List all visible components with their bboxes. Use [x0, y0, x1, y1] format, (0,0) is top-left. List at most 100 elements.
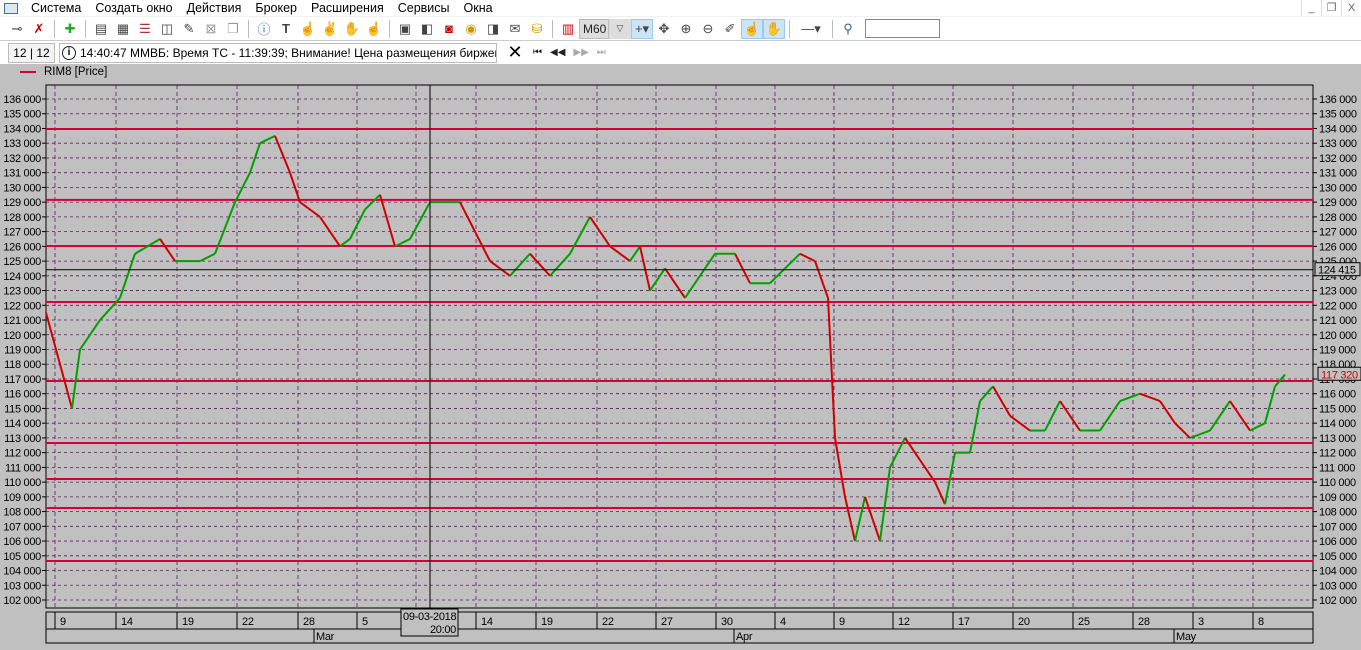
hand-1-icon[interactable]: ☝: [297, 19, 319, 39]
chart-window-icon[interactable]: ▤: [90, 19, 112, 39]
y-tick-label-left: 112 000: [4, 448, 41, 460]
menu-system[interactable]: Система: [24, 0, 88, 16]
first-icon[interactable]: ⏮: [533, 47, 542, 58]
orders-icon[interactable]: ▣: [394, 19, 416, 39]
close-message-icon[interactable]: ✕: [505, 42, 525, 63]
timeframe-dropdown-icon[interactable]: ▽: [609, 18, 631, 39]
y-tick-label-right: 110 000: [1319, 477, 1356, 489]
y-tick-label-left: 133 000: [3, 138, 41, 150]
hand-2-icon[interactable]: ✌: [319, 19, 341, 39]
close-button[interactable]: X: [1341, 0, 1361, 16]
day-label: 27: [661, 616, 673, 628]
y-tick-label-left: 128 000: [3, 212, 41, 224]
y-tick-label-right: 134 000: [1319, 123, 1357, 135]
price-chart[interactable]: 136 000 136 000 135 000 135 000 134 000 134 0…: [0, 64, 1361, 650]
chart-counter[interactable]: 12 | 12: [8, 42, 55, 63]
ruler-icon[interactable]: ✐: [719, 19, 741, 39]
y-tick-label-right: 119 000: [1319, 345, 1356, 357]
hand-3-icon[interactable]: ✋: [341, 19, 363, 39]
y-tick-label-right: 106 000: [1319, 536, 1357, 548]
day-label: 4: [780, 616, 786, 628]
add-window-icon[interactable]: ✚: [59, 19, 81, 39]
y-tick-label-left: 130 000: [3, 182, 41, 194]
y-tick-label-right: 103 000: [1319, 580, 1357, 592]
y-tick-label-left: 126 000: [3, 241, 41, 253]
day-label: 25: [1078, 616, 1090, 628]
y-tick-label-right: 104 000: [1319, 566, 1357, 578]
timeframe-select[interactable]: M60: [579, 18, 609, 39]
menu-windows[interactable]: Окна: [457, 0, 500, 16]
remove-icon[interactable]: ⊠: [200, 19, 222, 39]
restore-button[interactable]: ❐: [1321, 0, 1341, 16]
connect-icon[interactable]: ⊸: [6, 19, 28, 39]
alert-icon[interactable]: ⓘ: [253, 19, 275, 39]
y-tick-label-right: 130 000: [1319, 182, 1357, 194]
zoom-out-icon[interactable]: ⊖: [697, 19, 719, 39]
y-tick-label-left: 123 000: [3, 286, 41, 298]
pointer-hand-icon[interactable]: ☝: [741, 18, 763, 39]
app-icon: [4, 2, 18, 14]
chart-window[interactable]: 136 000 136 000 135 000 135 000 134 000 134 0…: [0, 64, 1361, 650]
y-tick-label-left: 113 000: [4, 433, 41, 445]
legend-label: RIM8 [Price]: [44, 66, 108, 78]
y-tick-label-left: 115 000: [4, 403, 41, 415]
line-style-icon[interactable]: —▾: [794, 19, 828, 39]
menu-bar: Система Создать окно Действия Брокер Рас…: [0, 0, 1361, 16]
y-tick-label-left: 129 000: [3, 197, 41, 209]
y-tick-label-right: 127 000: [1319, 227, 1357, 239]
text-icon[interactable]: T: [275, 19, 297, 39]
day-label: 22: [242, 616, 254, 628]
prev-icon[interactable]: ◀◀: [550, 47, 565, 58]
menu-extensions[interactable]: Расширения: [304, 0, 391, 16]
y-tick-label-right: 136 000: [1319, 94, 1357, 106]
menu-create-window[interactable]: Создать окно: [88, 0, 179, 16]
grab-hand-icon[interactable]: ✋: [763, 18, 785, 39]
crosshair-icon[interactable]: +▾: [631, 18, 653, 39]
stop-orders-icon[interactable]: ◙: [438, 19, 460, 39]
time-axis-months: [45, 628, 1314, 644]
orderbook-icon[interactable]: ☰: [134, 19, 156, 39]
y-tick-label-right: 131 000: [1319, 168, 1357, 180]
portfolio-icon[interactable]: ◨: [482, 19, 504, 39]
y-tick-label-left: 136 000: [3, 94, 41, 106]
y-tick-label-right: 107 000: [1319, 521, 1357, 533]
trades-icon[interactable]: ◧: [416, 19, 438, 39]
y-tick-label-left: 114 000: [4, 418, 41, 430]
chart-legend: RIM8 [Price]: [20, 66, 107, 78]
y-tick-label-left: 119 000: [4, 345, 41, 357]
search-input[interactable]: [865, 19, 940, 38]
hand-4-icon[interactable]: ☝: [363, 19, 385, 39]
day-label: 20: [1018, 616, 1030, 628]
copy-icon[interactable]: ❐: [222, 19, 244, 39]
edit-icon[interactable]: ✎: [178, 19, 200, 39]
y-tick-label-left: 116 000: [4, 389, 41, 401]
move-icon[interactable]: ✥: [653, 19, 675, 39]
last-icon[interactable]: ⏭: [597, 47, 606, 58]
menu-broker[interactable]: Брокер: [248, 0, 304, 16]
y-tick-label-left: 109 000: [3, 492, 41, 504]
day-label: 3: [1198, 616, 1204, 628]
mail-icon[interactable]: ✉: [504, 19, 526, 39]
month-label: May: [1176, 631, 1197, 643]
crosshair-time: 20:00: [430, 624, 456, 636]
search-icon[interactable]: ⚲: [837, 19, 859, 39]
table-icon[interactable]: ▦: [112, 19, 134, 39]
minimize-button[interactable]: _: [1301, 0, 1321, 16]
y-tick-label-right: 111 000: [1319, 462, 1355, 474]
day-label: 28: [1138, 616, 1150, 628]
next-icon[interactable]: ▶▶: [573, 47, 588, 58]
money-icon[interactable]: ◉: [460, 19, 482, 39]
y-tick-label-left: 111 000: [5, 462, 41, 474]
quotes-icon[interactable]: ◫: [156, 19, 178, 39]
chart-type-icon[interactable]: ▥: [557, 19, 579, 39]
zoom-in-icon[interactable]: ⊕: [675, 19, 697, 39]
disconnect-icon[interactable]: ✗: [28, 19, 50, 39]
message-dropdown[interactable]: i 14:40:47 ММВБ: Время ТС - 11:39:39; Вн…: [59, 42, 497, 63]
y-tick-label-left: 127 000: [3, 227, 41, 239]
y-tick-label-left: 125 000: [3, 256, 41, 268]
coins-icon[interactable]: ⛁: [526, 19, 548, 39]
info-icon: i: [62, 45, 76, 60]
menu-actions[interactable]: Действия: [180, 0, 249, 16]
y-tick-label-right: 135 000: [1319, 109, 1357, 121]
menu-services[interactable]: Сервисы: [391, 0, 457, 16]
